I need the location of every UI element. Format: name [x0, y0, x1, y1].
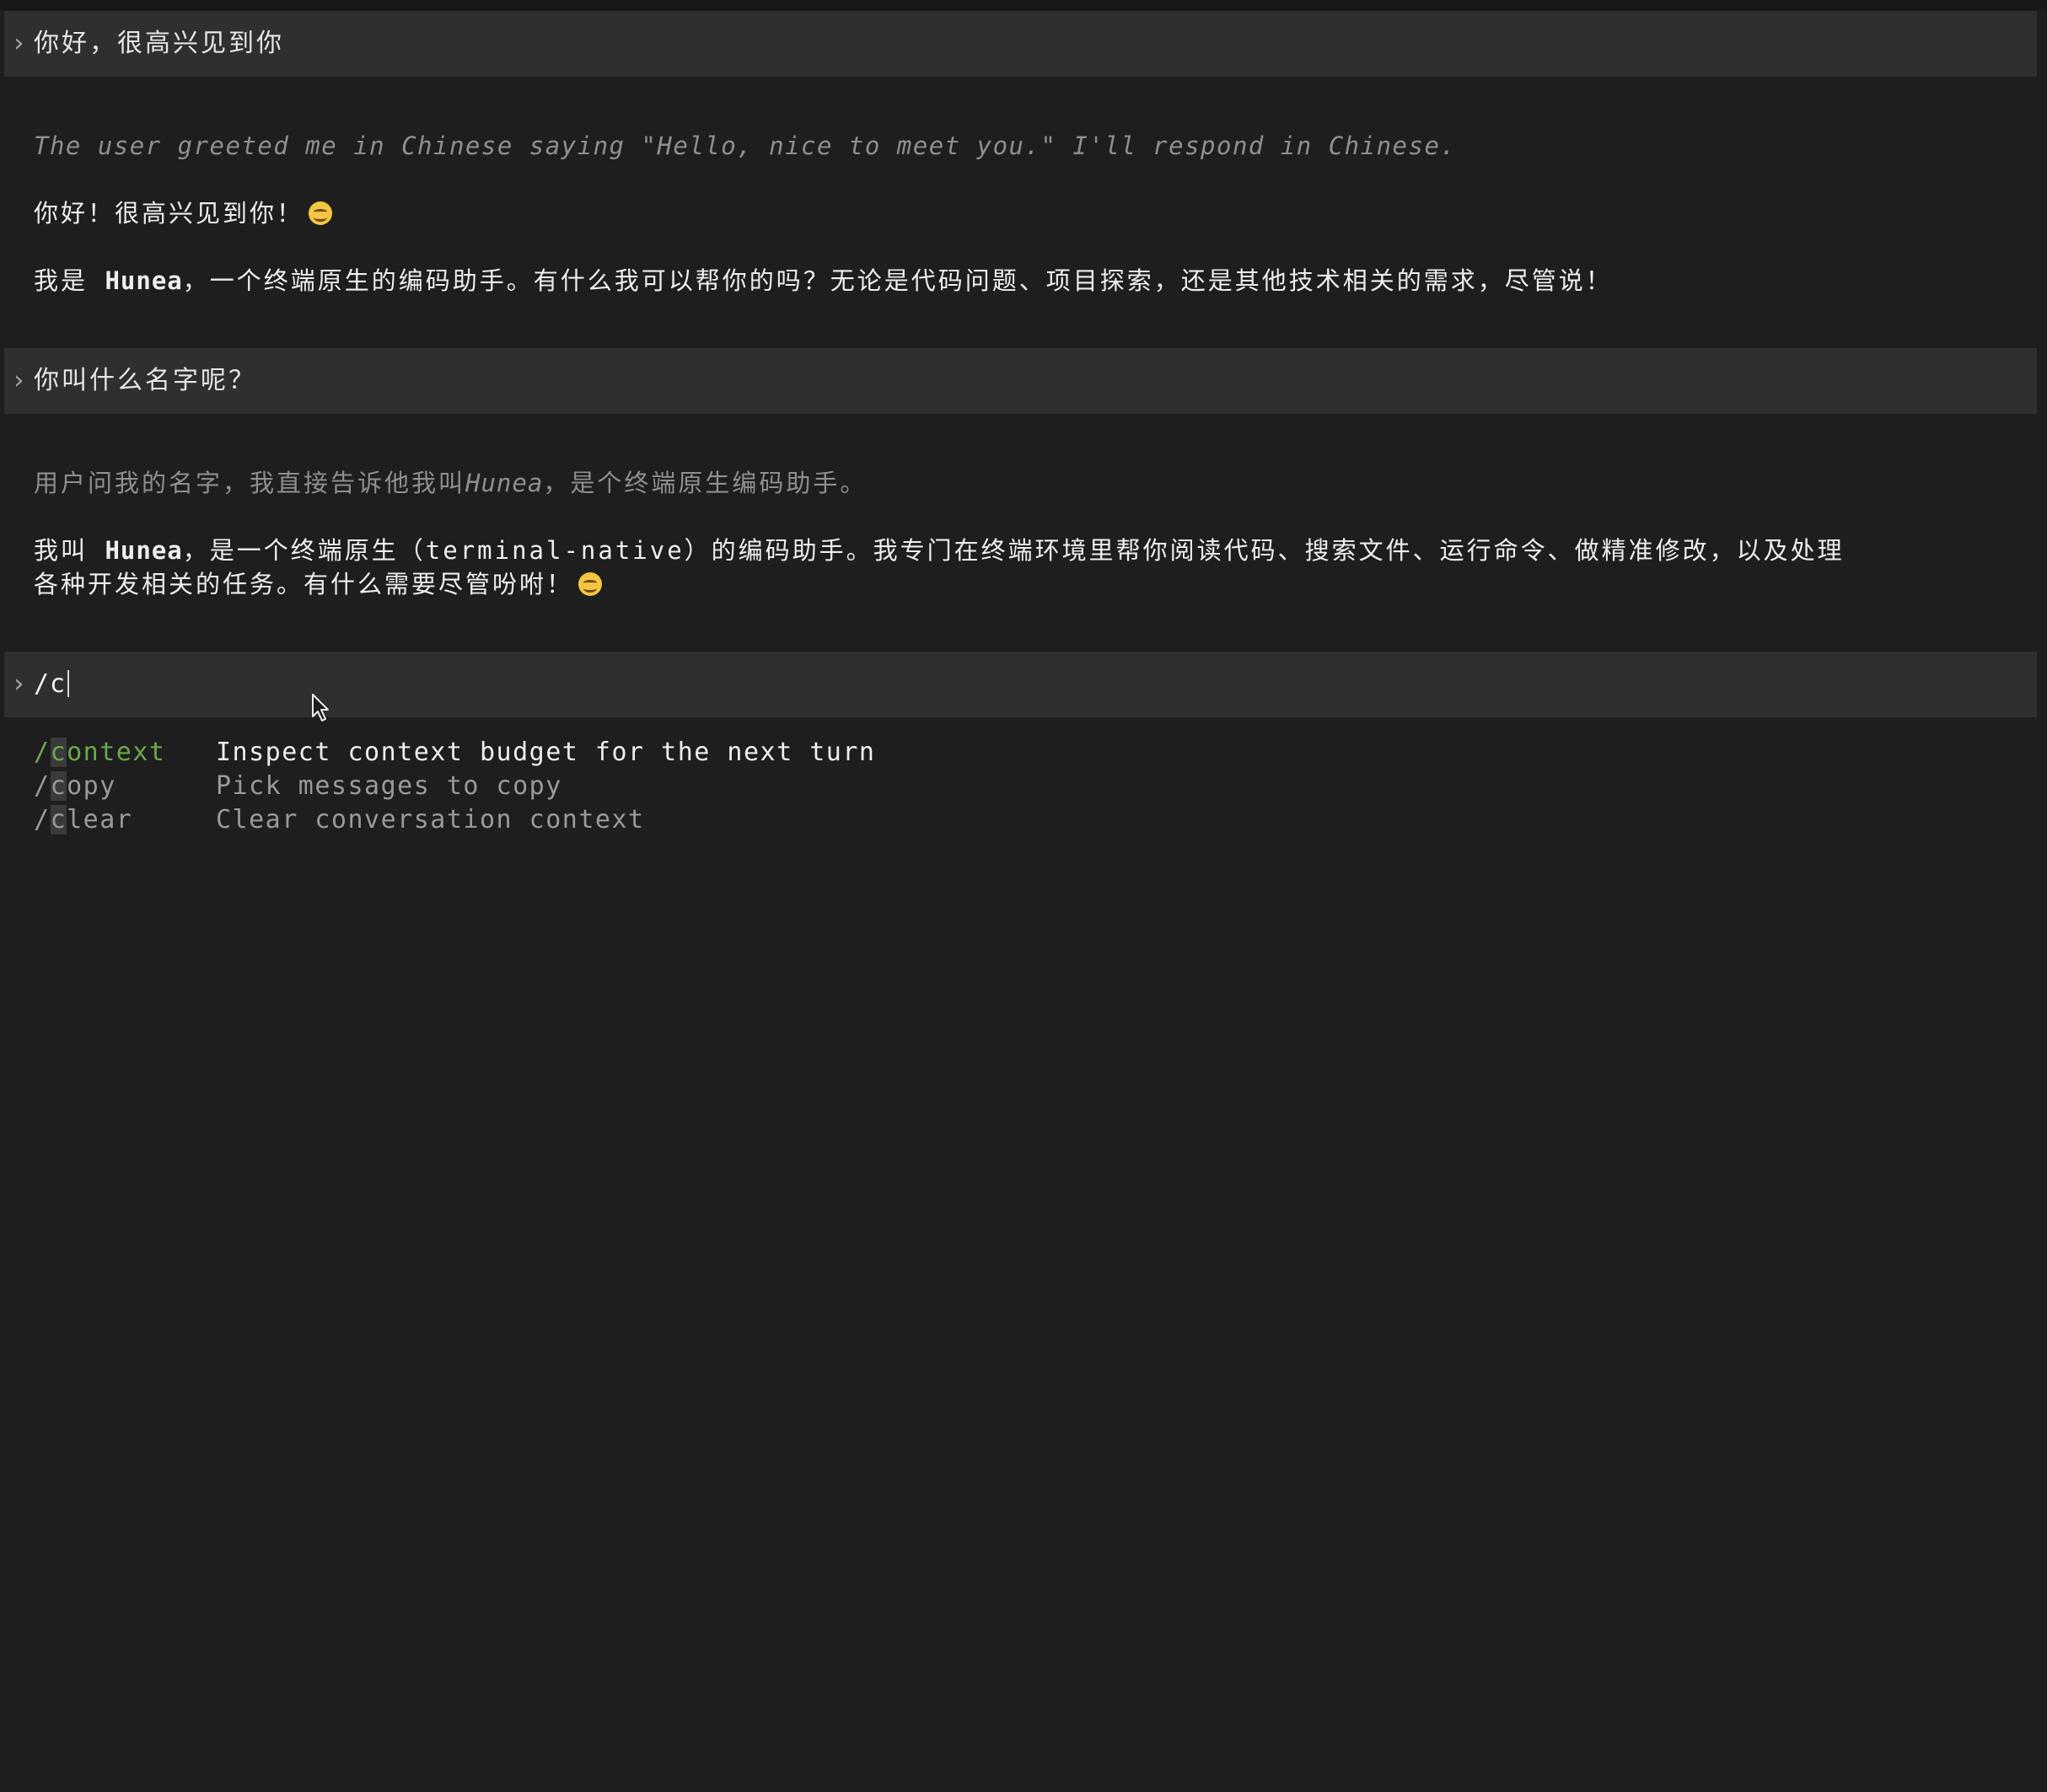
command-name: /copy: [34, 770, 216, 803]
command-rest: ontext: [67, 738, 166, 767]
reply-text: 我是: [34, 266, 105, 295]
reply-text: ，是一个终端原生（terminal-native）的编码助手。我专门在终端环境里…: [182, 536, 1845, 565]
command-match: c: [50, 805, 67, 834]
command-description: Inspect context budget for the next turn: [216, 738, 876, 767]
user-message-text: 你好，很高兴见到你: [34, 29, 284, 58]
thinking-prefix: 用户问我的名字，我直接告诉他我叫: [34, 469, 466, 497]
reply-text: 你好！很高兴见到你！: [34, 199, 304, 228]
assistant-reply-line: 我是 Hunea，一个终端原生的编码助手。有什么我可以帮你的吗？无论是代码问题、…: [34, 264, 1613, 298]
command-rest: opy: [67, 771, 116, 801]
assistant-reply-line: 我叫 Hunea，是一个终端原生（terminal-native）的编码助手。我…: [34, 534, 1845, 567]
text-caret: [67, 670, 70, 697]
user-message-bar: › 你好，很高兴见到你: [4, 11, 2037, 77]
prompt-input-value: /c: [34, 669, 67, 699]
mouse-pointer-icon: [312, 694, 329, 722]
assistant-reply-line: 各种开发相关的任务。有什么需要尽管吩咐！: [34, 567, 603, 601]
user-message-text: 你叫什么名字呢？: [34, 366, 256, 395]
command-match: c: [50, 738, 67, 767]
command-description: Clear conversation context: [216, 805, 645, 834]
thinking-name: Hunea: [465, 469, 544, 497]
command-slash: /: [34, 738, 51, 767]
chevron-right-icon: ›: [11, 29, 27, 58]
command-suggestion-copy[interactable]: /copy Pick messages to copy: [34, 770, 562, 803]
thinking-suffix: ，是个终端原生编码助手。: [543, 469, 868, 497]
assistant-name: Hunea: [105, 266, 183, 295]
reply-text: ，一个终端原生的编码助手。有什么我可以帮你的吗？无论是代码问题、项目探索，还是其…: [182, 266, 1613, 295]
reply-text: 各种开发相关的任务。有什么需要尽管吩咐！: [34, 570, 574, 598]
window-top-strip: [0, 0, 2047, 11]
command-name: /clear: [34, 803, 216, 837]
smiling-face-icon: [578, 572, 603, 596]
command-description: Pick messages to copy: [216, 771, 562, 801]
command-slash: /: [34, 771, 51, 801]
prompt-input-bar[interactable]: › /c: [4, 652, 2037, 717]
thinking-text: The user greeted me in Chinese saying "H…: [34, 131, 1457, 160]
assistant-name: Hunea: [105, 536, 183, 565]
command-name: /context: [34, 736, 216, 770]
prompt-input[interactable]: /c: [34, 652, 70, 717]
reply-text: 我叫: [34, 536, 105, 565]
command-match: c: [50, 771, 67, 801]
command-suggestion-clear[interactable]: /clear Clear conversation context: [34, 803, 645, 837]
command-rest: lear: [67, 805, 133, 834]
command-suggestion-context[interactable]: /context Inspect context budget for the n…: [34, 736, 875, 770]
command-slash: /: [34, 805, 51, 834]
user-message-bar: › 你叫什么名字呢？: [4, 348, 2037, 414]
assistant-reply-line: 你好！很高兴见到你！: [34, 196, 333, 230]
chevron-right-icon: ›: [11, 669, 27, 699]
thinking-text: 用户问我的名字，我直接告诉他我叫Hunea，是个终端原生编码助手。: [34, 466, 867, 500]
chevron-right-icon: ›: [11, 366, 27, 395]
smiling-face-icon: [309, 201, 333, 225]
